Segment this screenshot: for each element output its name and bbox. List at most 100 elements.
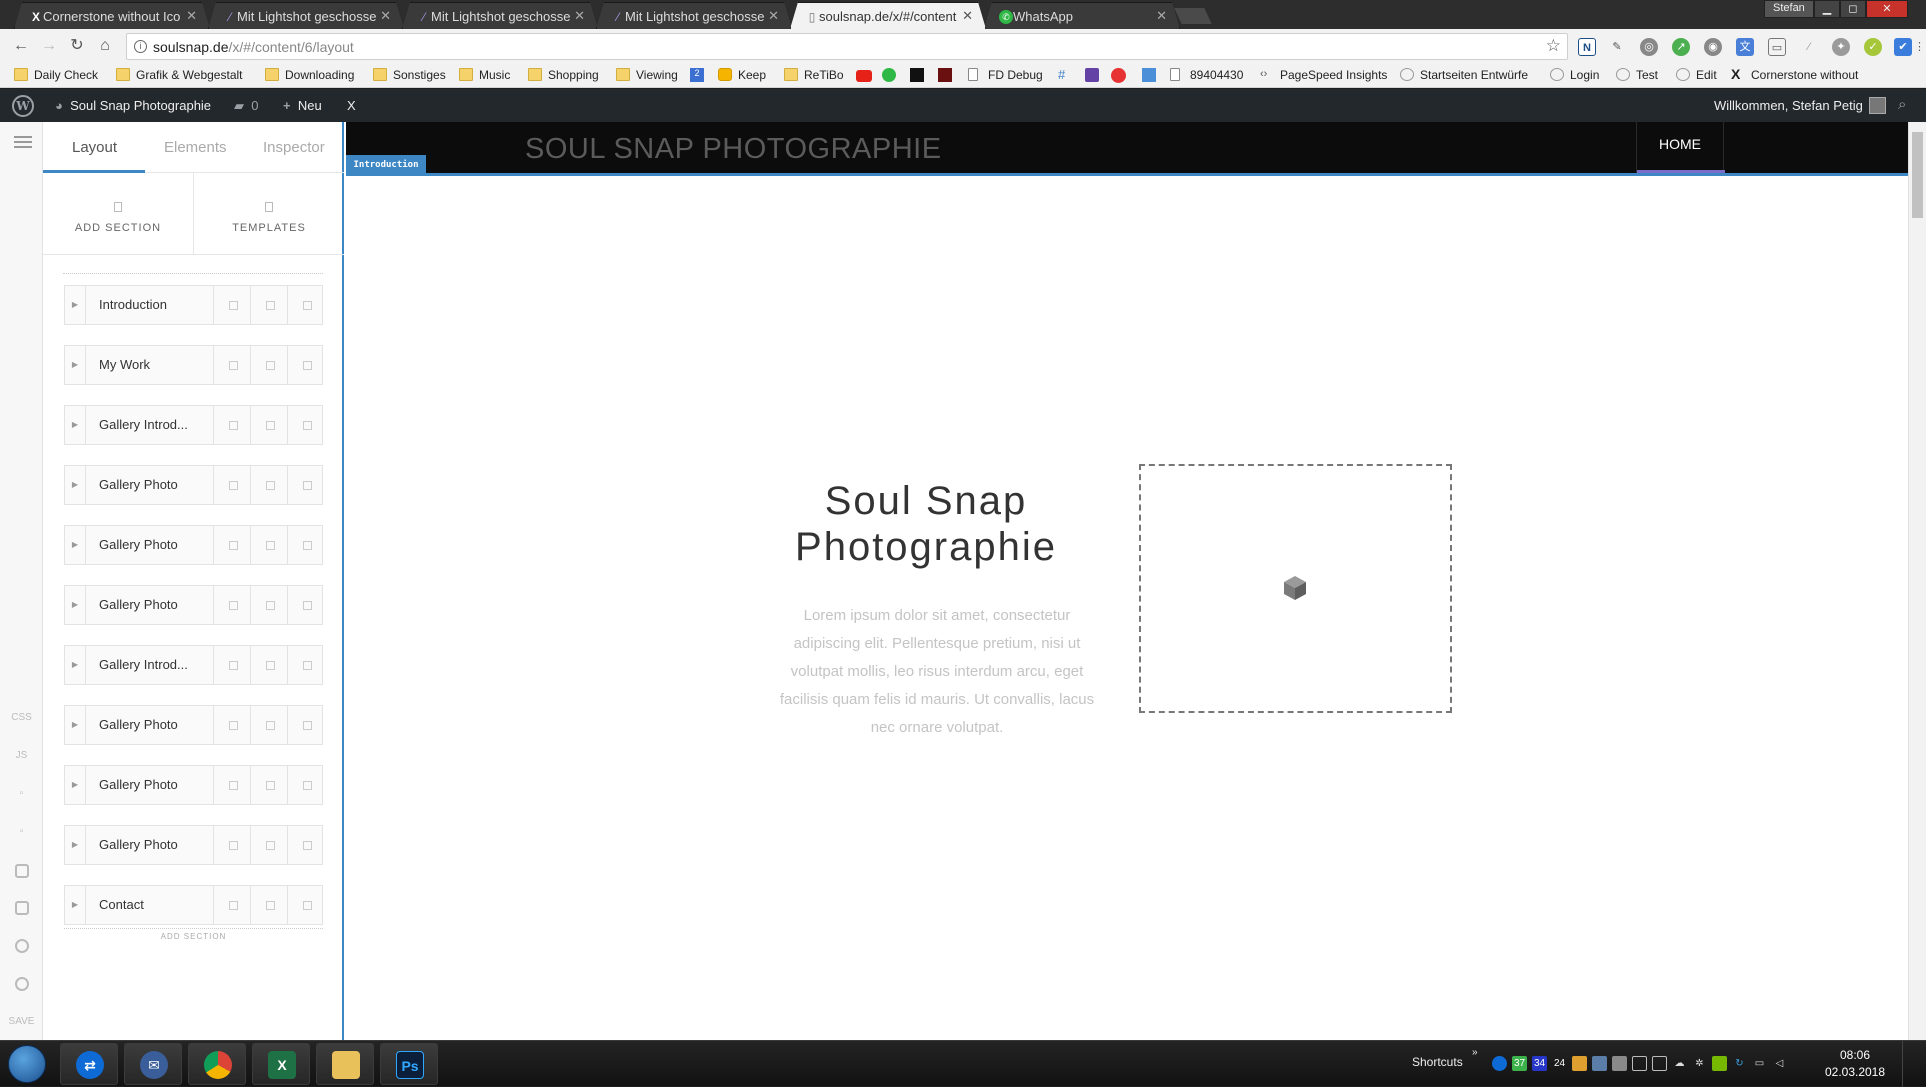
admin-bar-x[interactable]: X (347, 98, 356, 113)
caret-right-icon[interactable]: ▶ (65, 706, 86, 744)
section-action-icon[interactable] (213, 886, 250, 924)
tray-app-icon[interactable] (1652, 1056, 1667, 1071)
menu-icon[interactable] (14, 136, 32, 148)
home-icon[interactable]: ⌂ (94, 35, 116, 57)
section-action-icon[interactable] (213, 526, 250, 564)
bookmark-folder[interactable]: Daily Check (14, 68, 98, 82)
caret-right-icon[interactable]: ▶ (65, 346, 86, 384)
taskbar-teamviewer[interactable]: ⇄ (60, 1043, 118, 1085)
site-title[interactable]: SOUL SNAP PHOTOGRAPHIE (525, 133, 942, 166)
close-tab-icon[interactable]: ✕ (186, 8, 197, 24)
admin-bar-comments[interactable]: ▰ 0 (234, 98, 258, 114)
bookmark-pagespeed[interactable]: ‹› PageSpeed Insights (1260, 68, 1387, 82)
section-action-icon[interactable] (250, 526, 287, 564)
taskbar-excel[interactable]: X (252, 1043, 310, 1085)
close-tab-icon[interactable]: ✕ (574, 8, 585, 24)
help-icon[interactable] (15, 977, 29, 991)
section-action-icon[interactable] (213, 766, 250, 804)
section-action-icon[interactable] (213, 706, 250, 744)
browser-tab-active[interactable]: ▯ soulsnap.de/x/#/content ✕ (790, 2, 986, 29)
bookmark-login[interactable]: Login (1550, 68, 1599, 82)
show-desktop-button[interactable] (1902, 1041, 1926, 1087)
section-action-icon[interactable] (250, 466, 287, 504)
section-action-icon[interactable] (287, 286, 324, 324)
bookmark-edit[interactable]: Edit (1676, 68, 1717, 82)
browser-menu-icon[interactable]: ⋮ (1914, 38, 1925, 56)
tab-elements[interactable]: Elements (164, 139, 227, 156)
back-circle-icon[interactable] (15, 939, 29, 953)
extension-check-icon[interactable]: ✓ (1864, 38, 1882, 56)
chevron-icon[interactable]: » (1472, 1047, 1478, 1058)
bookmark-red-icon[interactable] (938, 68, 952, 82)
caret-right-icon[interactable]: ▶ (65, 646, 86, 684)
tray-number[interactable]: 24 (1552, 1056, 1567, 1071)
start-button[interactable] (8, 1045, 46, 1083)
caret-right-icon[interactable]: ▶ (65, 406, 86, 444)
section-action-icon[interactable] (213, 466, 250, 504)
section-action-icon[interactable] (250, 706, 287, 744)
taskbar-explorer[interactable] (316, 1043, 374, 1085)
whatsapp-icon[interactable] (882, 68, 896, 82)
maximize-icon[interactable]: ◻ (1840, 0, 1866, 18)
extension-blue-check-icon[interactable]: ✔ (1894, 38, 1912, 56)
section-action-icon[interactable] (213, 646, 250, 684)
admin-bar-new[interactable]: + Neu (283, 98, 322, 113)
avatar[interactable] (1869, 97, 1886, 114)
rail-js-button[interactable]: JS (0, 750, 43, 761)
hero-body-text[interactable]: Lorem ipsum dolor sit amet, consectetur … (774, 602, 1100, 742)
cloud-icon[interactable]: ☁ (1672, 1056, 1687, 1071)
section-tag[interactable]: Introduction (346, 155, 426, 176)
tab-layout[interactable]: Layout (72, 139, 117, 156)
caret-right-icon[interactable]: ▶ (65, 286, 86, 324)
taskbar-thunderbird[interactable]: ✉ (124, 1043, 182, 1085)
section-row[interactable]: ▶ Gallery Photo (64, 825, 323, 865)
tray-app-icon[interactable]: ✲ (1692, 1056, 1707, 1071)
info-icon[interactable]: i (134, 40, 147, 53)
rail-option-icon[interactable]: ▫ (0, 826, 43, 837)
rail-option-icon[interactable]: ▫ (0, 788, 43, 799)
section-action-icon[interactable] (287, 766, 324, 804)
bookmark-blue-icon[interactable] (1142, 68, 1156, 82)
section-action-icon[interactable] (287, 586, 324, 624)
section-action-icon[interactable] (250, 346, 287, 384)
section-action-icon[interactable] (213, 406, 250, 444)
window-close-icon[interactable]: ✕ (1866, 0, 1908, 18)
nvidia-icon[interactable] (1712, 1056, 1727, 1071)
close-tab-icon[interactable]: ✕ (1156, 8, 1167, 24)
tray-app-icon[interactable] (1612, 1056, 1627, 1071)
eyedropper-icon[interactable]: ✎ (1608, 38, 1626, 56)
save-button[interactable]: SAVE (0, 1016, 43, 1027)
hero-title[interactable]: Soul Snap Photographie (776, 478, 1076, 570)
section-row[interactable]: ▶ Introduction (64, 285, 323, 325)
bookmark-fd-debug[interactable]: FD Debug (968, 68, 1043, 82)
section-action-icon[interactable] (250, 826, 287, 864)
add-section-bottom-button[interactable]: ADD SECTION (64, 928, 323, 941)
tab-inspector[interactable]: Inspector (263, 139, 325, 156)
image-placeholder[interactable] (1139, 464, 1452, 713)
section-action-icon[interactable] (287, 466, 324, 504)
section-row[interactable]: ▶ Gallery Photo (64, 765, 323, 805)
tray-badge-green[interactable]: 37 (1512, 1056, 1527, 1071)
teamviewer-tray-icon[interactable] (1492, 1056, 1507, 1071)
section-row[interactable]: ▶ Gallery Photo (64, 465, 323, 505)
extension-gray-icon[interactable]: ✦ (1832, 38, 1850, 56)
bookmark-folder[interactable]: Viewing (616, 68, 678, 82)
caret-right-icon[interactable]: ▶ (65, 826, 86, 864)
bookmark-retibo[interactable]: ReTiBo (784, 68, 844, 82)
section-row[interactable]: ▶ Gallery Introd... (64, 405, 323, 445)
section-action-icon[interactable] (287, 706, 324, 744)
bookmark-test[interactable]: Test (1616, 68, 1658, 82)
section-action-icon[interactable] (287, 826, 324, 864)
browser-tab[interactable]: ⁄ Mit Lightshot geschosse ✕ (596, 2, 792, 29)
bookmark-folder[interactable]: Sonstiges (373, 68, 446, 82)
shortcuts-toolbar[interactable]: Shortcuts (1412, 1055, 1463, 1069)
youtube-icon[interactable] (856, 70, 872, 82)
section-action-icon[interactable] (287, 346, 324, 384)
section-action-icon[interactable] (250, 586, 287, 624)
add-section-button[interactable]: ADD SECTION (43, 173, 193, 255)
rail-css-button[interactable]: CSS (0, 712, 43, 723)
wordpress-icon[interactable]: W (12, 95, 34, 117)
tray-app-icon[interactable] (1592, 1056, 1607, 1071)
globe-icon[interactable]: ◉ (1704, 38, 1722, 56)
new-tab-button[interactable] (1174, 8, 1212, 24)
